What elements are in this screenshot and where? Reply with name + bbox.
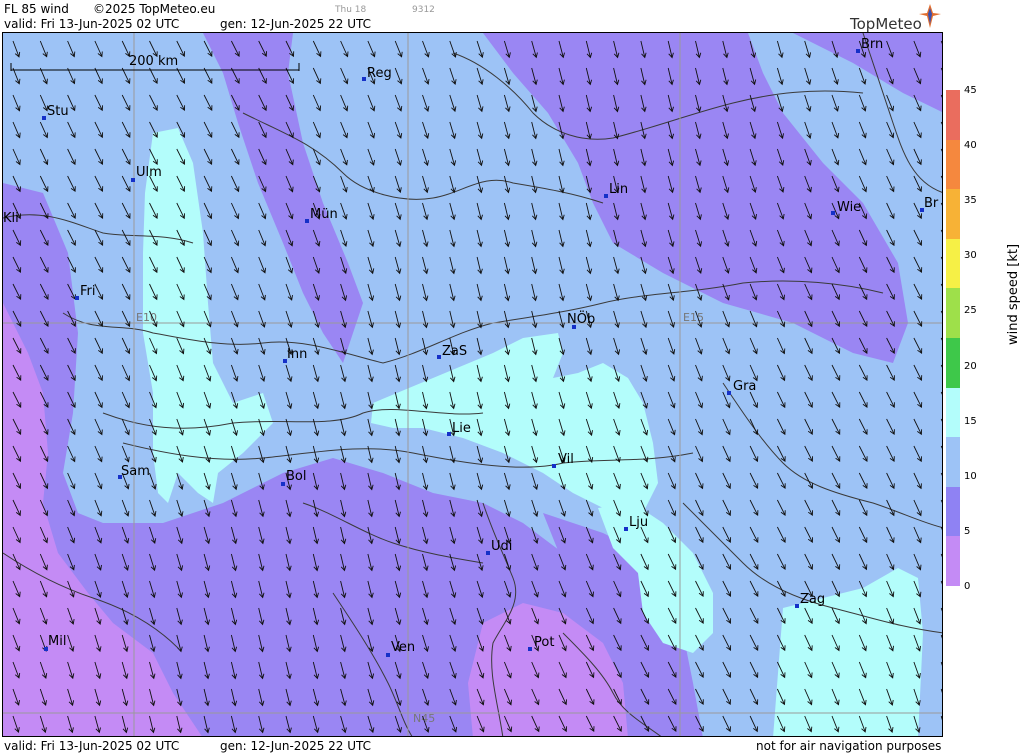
legend-swatch <box>946 437 960 487</box>
generated-time: gen: 12-Jun-2025 22 UTC <box>220 17 372 31</box>
city-kli[interactable]: Kli <box>3 211 19 226</box>
wind-map-canvas: E10 E15 N45 200 km Brn Reg Stu Ulm Lin W… <box>3 33 942 736</box>
legend-swatch <box>946 189 960 239</box>
svg-text:Ulm: Ulm <box>136 165 162 180</box>
small-code-label: 9312 <box>412 5 435 15</box>
svg-text:Stu: Stu <box>47 104 69 119</box>
footer-generated-time: gen: 12-Jun-2025 22 UTC <box>220 739 372 753</box>
legend-swatch <box>946 387 960 438</box>
product-title: FL 85 wind <box>4 2 69 16</box>
grid-label-e15: E15 <box>683 311 704 324</box>
svg-text:Fri: Fri <box>80 284 96 299</box>
city-reg[interactable]: Reg <box>362 66 392 81</box>
legend-tick-label: 0 <box>964 581 971 592</box>
city-ulm[interactable]: Ulm <box>131 165 162 182</box>
svg-text:Brn: Brn <box>861 37 883 52</box>
legend-tick-label: 20 <box>964 360 977 372</box>
legend-swatch <box>946 338 960 388</box>
city-zas[interactable]: ZaS <box>437 344 467 359</box>
svg-text:Reg: Reg <box>367 66 392 81</box>
svg-text:Inn: Inn <box>287 347 307 362</box>
legend-swatch <box>946 536 960 586</box>
legend-tick-label: 5 <box>964 525 971 537</box>
legend-title: wind speed [kt] <box>1006 243 1021 345</box>
legend-tick-label: 10 <box>964 470 977 482</box>
city-mil[interactable]: Mil <box>44 634 66 651</box>
legend-swatch <box>946 288 960 338</box>
legend-swatch <box>946 486 960 537</box>
wind-map[interactable]: E10 E15 N45 200 km Brn Reg Stu Ulm Lin W… <box>2 32 943 737</box>
city-ven[interactable]: Ven <box>386 640 415 657</box>
legend-swatch <box>946 139 960 190</box>
city-nob[interactable]: NÖb <box>567 310 595 329</box>
svg-text:Mil: Mil <box>48 634 66 649</box>
city-zag[interactable]: Zag <box>795 592 825 608</box>
svg-text:Lju: Lju <box>629 515 648 530</box>
small-day-label: Thu 18 <box>335 5 367 15</box>
footer-valid-time: valid: Fri 13-Jun-2025 02 UTC <box>4 739 180 753</box>
logo-text: TopMeteo <box>850 15 922 33</box>
svg-text:Vil: Vil <box>558 452 574 467</box>
valid-time: valid: Fri 13-Jun-2025 02 UTC <box>4 17 180 31</box>
legend-tick-label: 40 <box>964 140 977 152</box>
grid-label-e10: E10 <box>136 311 157 324</box>
legend-tick-label: 25 <box>964 305 977 317</box>
legend-swatch <box>946 90 960 140</box>
city-inn[interactable]: Inn <box>283 347 307 363</box>
legend-tick-label: 15 <box>964 415 977 427</box>
svg-text:Ven: Ven <box>391 640 415 655</box>
svg-text:Lie: Lie <box>452 421 471 436</box>
legend-tick-label: 30 <box>964 250 977 262</box>
svg-text:Gra: Gra <box>733 379 756 394</box>
legend-tick-label: 35 <box>964 195 977 207</box>
svg-text:Wie: Wie <box>837 200 861 215</box>
copyright-text: ©2025 TopMeteo.eu <box>93 2 216 16</box>
legend-tick-label: 45 <box>964 85 977 96</box>
city-mun[interactable]: Mün <box>305 207 338 223</box>
svg-text:ZaS: ZaS <box>442 344 467 359</box>
svg-text:Mün: Mün <box>310 207 338 222</box>
city-sam[interactable]: Sam <box>118 464 150 479</box>
city-brn[interactable]: Brn <box>856 37 883 53</box>
footer-disclaimer: not for air navigation purposes <box>756 739 942 753</box>
svg-text:Pot: Pot <box>534 635 554 650</box>
svg-text:NÖb: NÖb <box>567 310 595 327</box>
grid-label-n45: N45 <box>413 712 435 725</box>
wind-speed-legend <box>946 90 960 586</box>
svg-text:Br: Br <box>924 196 939 211</box>
svg-text:Udi: Udi <box>491 539 512 554</box>
svg-text:Lin: Lin <box>609 182 628 197</box>
legend-swatch <box>946 238 960 289</box>
svg-text:Zag: Zag <box>800 592 825 607</box>
svg-text:Kli: Kli <box>3 211 19 226</box>
scale-bar-label: 200 km <box>129 54 178 69</box>
svg-text:Sam: Sam <box>121 464 150 479</box>
svg-text:Bol: Bol <box>286 469 306 484</box>
